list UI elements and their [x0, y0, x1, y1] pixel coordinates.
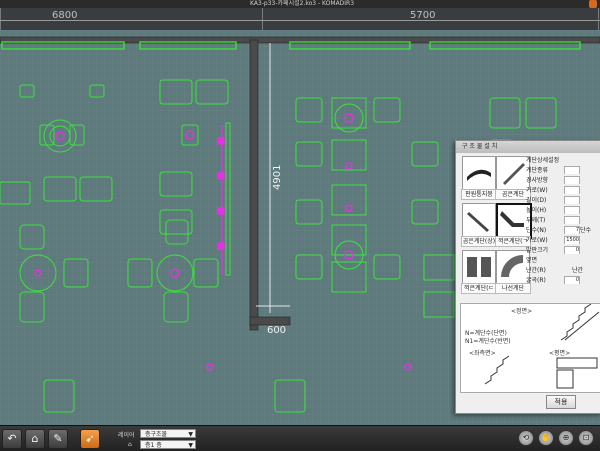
tile-caption: 판원통지붕: [461, 189, 497, 200]
window-title: KA3-p33-카페시설2.ko3 - KOMADIR3: [250, 0, 355, 7]
layer-select[interactable]: 층구조물 ▼: [140, 429, 196, 438]
ruler-right-dimension: 5700: [410, 10, 436, 21]
title-bar: KA3-p33-카페시설2.ko3 - KOMADIR3: [0, 0, 600, 8]
pencil-icon[interactable]: ✎: [48, 429, 68, 449]
height-field[interactable]: [564, 206, 580, 214]
layer-label: 레이어: [118, 432, 135, 439]
prop-slope-direction[interactable]: 경사방향: [526, 175, 600, 184]
ruler-tick: [0, 8, 1, 30]
home-icon: ⌂: [128, 441, 132, 448]
tile-flat-dome-roof[interactable]: [462, 156, 496, 190]
fit-view-icon[interactable]: ⊡: [578, 430, 594, 446]
undo-arrow-icon[interactable]: ↶: [2, 429, 22, 449]
stair-type-field[interactable]: [564, 166, 580, 174]
app-logo-icon: [589, 0, 597, 8]
dialog-title: 구 조 물 설 치: [456, 141, 600, 153]
width-field[interactable]: [564, 186, 580, 194]
chevron-down-icon: ▼: [188, 431, 193, 438]
prop-length[interactable]: 길이(D): [526, 195, 600, 204]
house-view-icon[interactable]: ⌂: [25, 429, 45, 449]
bend-field[interactable]: 0: [564, 276, 580, 284]
vertical-dimension: 4901: [272, 164, 283, 190]
pan-hand-icon[interactable]: ✋: [538, 430, 554, 446]
bottom-toolbar: ↶ ⌂ ✎ ➹ 레이어 층구조물 ▼ ⌂ 층1 층 ▼ ⟲ ✋ ⊕ ⊡: [0, 425, 600, 451]
chevron-down-icon: ▼: [188, 442, 193, 449]
tile-caption: 곰은계단(상): [461, 236, 497, 247]
prop-thickness[interactable]: 두께(T): [526, 215, 600, 224]
length-field[interactable]: [564, 196, 580, 204]
prop-step-size[interactable]: 발판크기 0: [526, 245, 600, 254]
stair-preview: <정면> N=계단수(단면) N1=계단수(반면) <좌측면> <평면>: [460, 303, 600, 393]
preview-drawing: [484, 304, 600, 389]
ruler-left-dimension: 6800: [52, 10, 78, 21]
apply-button[interactable]: 적용: [546, 395, 576, 409]
tile-straight-stair[interactable]: [496, 156, 530, 190]
ruler-line: [0, 20, 262, 21]
step-count-field[interactable]: 7: [564, 226, 580, 234]
structure-install-dialog[interactable]: 구 조 물 설 치 판원통지붕 곰은계단 곰은계단(상) 꺽은계단(ㄱ 꺽은계단…: [455, 140, 600, 414]
top-ruler: 6800 5700: [0, 8, 600, 31]
tile-u-stair[interactable]: [462, 250, 496, 284]
step-size-field[interactable]: 0: [564, 246, 580, 254]
zoom-icon[interactable]: ⊕: [558, 430, 574, 446]
width-2-field[interactable]: 1500: [564, 236, 580, 244]
tile-caption: 꺽은계단(ㄷ: [461, 283, 497, 294]
ruler-tick: [262, 8, 263, 30]
rotate-view-icon[interactable]: ⟲: [518, 430, 534, 446]
floor-select[interactable]: 층1 층 ▼: [140, 440, 196, 449]
tile-caption: 나선계단: [495, 283, 531, 294]
ruler-tick: [598, 8, 599, 30]
slope-direction-field[interactable]: [564, 176, 580, 184]
prop-height[interactable]: 높이(H): [526, 205, 600, 214]
prop-section-title: 계단상세설정: [526, 157, 560, 164]
prop-stair-type[interactable]: 계단종류: [526, 165, 600, 174]
thickness-field[interactable]: [564, 216, 580, 224]
brush-icon[interactable]: ➹: [80, 429, 100, 449]
prop-width[interactable]: 가로(W): [526, 185, 600, 194]
prop-width-2[interactable]: 가로(W) 1500: [526, 235, 600, 244]
tile-spiral-stair[interactable]: [496, 250, 530, 284]
horizontal-dimension: 600: [266, 325, 287, 336]
prop-bend[interactable]: 굴곡(R) 0: [526, 275, 600, 284]
prop-side[interactable]: 옆면: [526, 255, 600, 264]
tile-straight-stair-up[interactable]: [462, 203, 496, 237]
prop-rail[interactable]: 난간(R) 난간: [526, 265, 600, 274]
prop-step-count[interactable]: 단수(N) 7 단수: [526, 225, 600, 234]
